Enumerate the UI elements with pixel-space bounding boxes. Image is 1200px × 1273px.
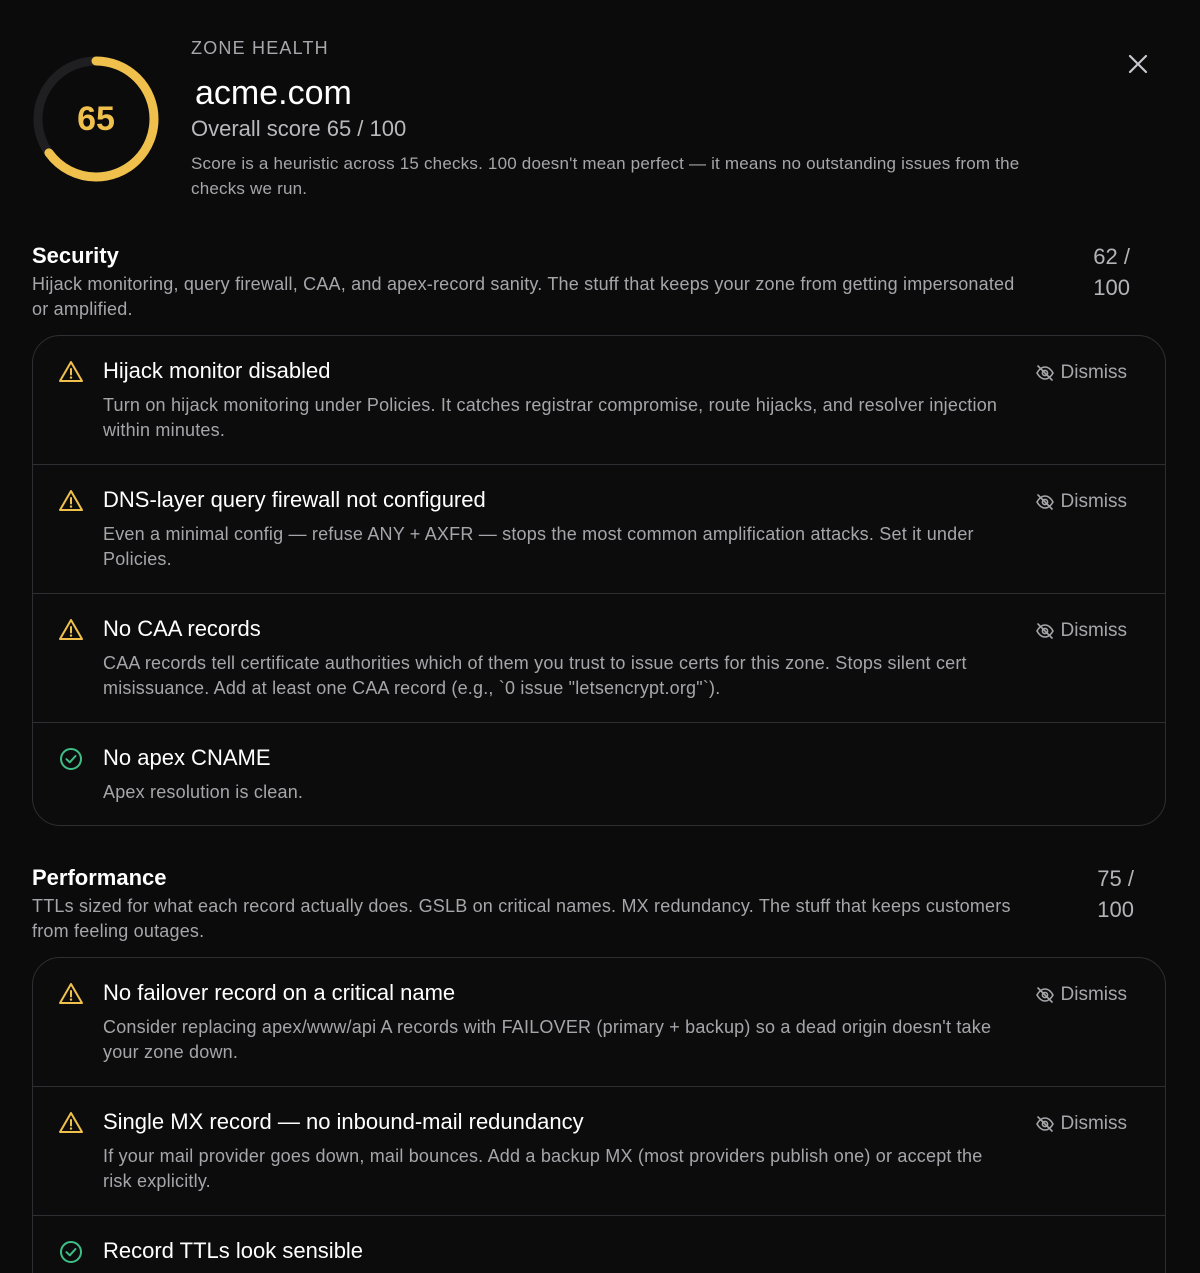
eye-off-icon [1035,623,1054,639]
check-row: No CAA records CAA records tell certific… [33,594,1165,723]
close-icon [1128,54,1148,74]
eye-off-icon [1035,1116,1054,1132]
check-row: Single MX record — no inbound-mail redun… [33,1087,1165,1216]
check-title: No CAA records [103,616,261,641]
check-circle-icon [60,748,82,770]
performance-section: Performance TTLs sized for what each rec… [32,865,1166,944]
section-title: Security [32,243,119,268]
warning-icon [59,490,83,511]
section-score-value: 62 / [1093,244,1130,269]
warning-icon [59,361,83,382]
section-score: 62 / 100 [1093,241,1130,303]
check-title: DNS-layer query firewall not configured [103,487,486,512]
check-row: DNS-layer query firewall not configured … [33,465,1165,594]
dismiss-button[interactable]: Dismiss [1035,1113,1128,1135]
dismiss-button[interactable]: Dismiss [1035,491,1128,513]
dismiss-label: Dismiss [1060,1113,1128,1134]
security-checks: Hijack monitor disabled Turn on hijack m… [32,335,1166,826]
check-description: If your mail provider goes down, mail bo… [103,1146,983,1191]
security-section: Security Hijack monitoring, query firewa… [32,243,1166,322]
overall-score: Overall score 65 / 100 [191,116,407,141]
score-note: Score is a heuristic across 15 checks. 1… [191,154,1020,198]
check-title: No apex CNAME [103,745,271,770]
eye-off-icon [1035,365,1054,381]
section-title: Performance [32,865,167,890]
dismiss-label: Dismiss [1060,984,1128,1005]
score-gauge: 65 [32,55,160,183]
check-row: No failover record on a critical name Co… [33,958,1165,1087]
section-score-value: 75 / [1097,866,1134,891]
dismiss-label: Dismiss [1060,362,1128,383]
check-title: No failover record on a critical name [103,980,456,1005]
check-description: Apex resolution is clean. [103,782,304,802]
check-circle-icon [60,1241,82,1263]
check-title: Record TTLs look sensible [103,1238,364,1263]
section-description: Hijack monitoring, query firewall, CAA, … [32,274,1015,319]
section-score: 75 / 100 [1097,863,1134,925]
check-title: Hijack monitor disabled [103,358,331,383]
section-score-max: 100 [1093,275,1130,300]
zone-name: acme.com [195,74,352,112]
check-description: Even a minimal config — refuse ANY + AXF… [103,524,974,569]
check-row: No apex CNAME Apex resolution is clean. [33,723,1165,825]
eye-off-icon [1035,987,1054,1003]
warning-icon [59,619,83,640]
eyebrow-label: ZONE HEALTH [191,38,329,58]
eye-off-icon [1035,494,1054,510]
check-row: Record TTLs look sensible [33,1216,1165,1273]
check-description: Turn on hijack monitoring under Policies… [103,395,998,440]
dismiss-button[interactable]: Dismiss [1035,362,1128,384]
dismiss-button[interactable]: Dismiss [1035,984,1128,1006]
warning-icon [59,1112,83,1133]
warning-icon [59,983,83,1004]
check-title: Single MX record — no inbound-mail redun… [103,1109,584,1134]
dismiss-label: Dismiss [1060,620,1128,641]
close-button[interactable] [1122,48,1154,80]
dismiss-button[interactable]: Dismiss [1035,620,1128,642]
check-row: Hijack monitor disabled Turn on hijack m… [33,336,1165,465]
section-description: TTLs sized for what each record actually… [32,896,1011,941]
section-score-max: 100 [1097,897,1134,922]
score-value: 65 [77,99,115,138]
check-description: Consider replacing apex/www/api A record… [103,1017,992,1062]
zone-health-panel: 65 ZONE HEALTH acme.com Overall score 65… [0,0,1200,1273]
check-description: CAA records tell certificate authorities… [103,653,967,698]
performance-checks: No failover record on a critical name Co… [32,957,1166,1273]
dismiss-label: Dismiss [1060,491,1128,512]
